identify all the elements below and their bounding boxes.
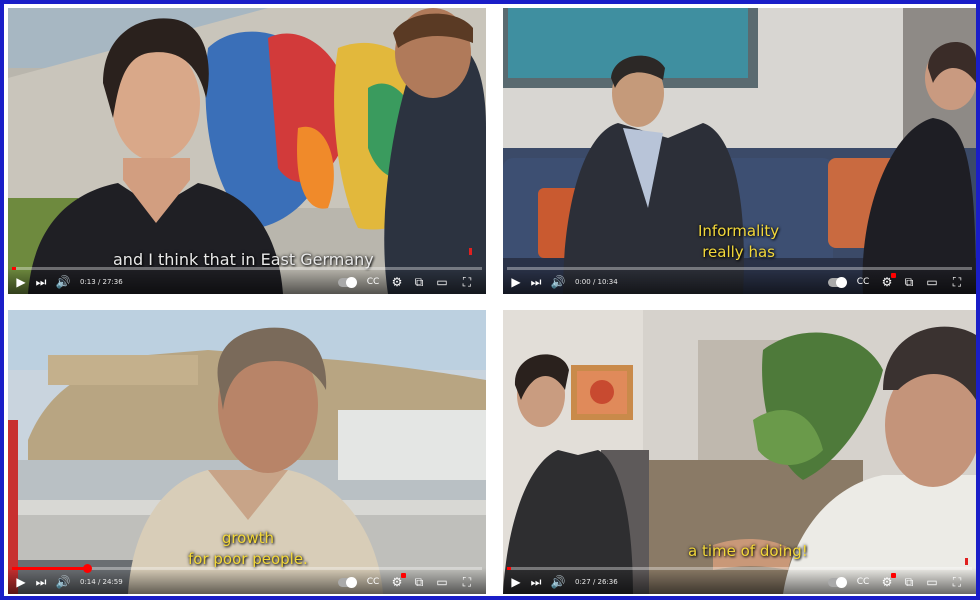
video-player-2[interactable]: Informality really has ▶ ⏭ 🔊 0:00 / 10:3… — [503, 8, 976, 294]
time-display-1: 0:13 / 27:36 — [80, 278, 123, 286]
progress-fill-1 — [12, 267, 16, 270]
subtitle-2-line-2: really has — [702, 243, 775, 261]
progress-fill-4 — [507, 567, 511, 570]
progress-bar-3[interactable] — [12, 564, 482, 573]
volume-icon[interactable]: 🔊 — [549, 573, 567, 591]
subtitle-3-line-1: growth — [221, 529, 275, 547]
play-icon[interactable]: ▶ — [12, 273, 30, 291]
next-icon[interactable]: ⏭ — [527, 273, 545, 291]
subtitle-2: Informality really has — [698, 221, 779, 263]
captions-icon[interactable]: CC — [364, 273, 382, 291]
fullscreen-icon[interactable]: ⛶ — [458, 573, 476, 591]
time-display-3: 0:14 / 24:59 — [80, 578, 123, 586]
volume-icon[interactable]: 🔊 — [549, 273, 567, 291]
time-display-2: 0:00 / 10:34 — [575, 278, 618, 286]
hd-badge — [891, 273, 896, 278]
autoplay-toggle-icon[interactable] — [338, 577, 357, 588]
hd-badge — [401, 573, 406, 578]
autoplay-toggle-icon[interactable] — [828, 577, 847, 588]
progress-bar-4[interactable] — [507, 567, 972, 570]
theater-icon[interactable]: ▭ — [923, 573, 941, 591]
player-controls-3: ▶ ⏭ 🔊 0:14 / 24:59 CC ⚙ ⧉ ▭ ⛶ — [8, 564, 486, 594]
hd-badge — [891, 573, 896, 578]
video-player-4[interactable]: a time of doing! ▶ ⏭ 🔊 0:27 / 26:36 CC ⚙… — [503, 310, 976, 594]
play-icon[interactable]: ▶ — [507, 273, 525, 291]
subtitle-4: a time of doing! — [688, 542, 808, 560]
progress-scrubber-3[interactable] — [83, 564, 93, 573]
play-icon[interactable]: ▶ — [507, 573, 525, 591]
progress-bar-2[interactable] — [507, 267, 972, 270]
progress-bar-1[interactable] — [12, 267, 482, 270]
miniplayer-icon[interactable]: ⧉ — [410, 573, 428, 591]
next-icon[interactable]: ⏭ — [527, 573, 545, 591]
progress-fill-3 — [12, 567, 88, 570]
fullscreen-icon[interactable]: ⛶ — [458, 273, 476, 291]
captions-icon[interactable]: CC — [854, 573, 872, 591]
volume-icon[interactable]: 🔊 — [54, 573, 72, 591]
settings-icon[interactable]: ⚙ — [878, 573, 896, 591]
miniplayer-icon[interactable]: ⧉ — [900, 273, 918, 291]
volume-icon[interactable]: 🔊 — [54, 273, 72, 291]
autoplay-toggle-icon[interactable] — [828, 277, 847, 288]
theater-icon[interactable]: ▭ — [923, 273, 941, 291]
video-grid: and I think that in East Germany ▶ ⏭ 🔊 0… — [4, 4, 976, 596]
time-display-4: 0:27 / 26:36 — [575, 578, 618, 586]
player-controls-1: ▶ ⏭ 🔊 0:13 / 27:36 CC ⚙ ⧉ ▭ ⛶ — [8, 267, 486, 294]
subtitle-2-line-1: Informality — [698, 222, 780, 240]
video-player-3[interactable]: growth for poor people. ▶ ⏭ 🔊 0:14 / 24:… — [8, 310, 486, 594]
video-player-1[interactable]: and I think that in East Germany ▶ ⏭ 🔊 0… — [8, 8, 486, 294]
subtitle-3: growth for poor people. — [188, 528, 308, 570]
miniplayer-icon[interactable]: ⧉ — [410, 273, 428, 291]
settings-icon[interactable]: ⚙ — [878, 273, 896, 291]
settings-icon[interactable]: ⚙ — [388, 273, 406, 291]
miniplayer-icon[interactable]: ⧉ — [900, 573, 918, 591]
fullscreen-icon[interactable]: ⛶ — [948, 273, 966, 291]
autoplay-toggle-icon[interactable] — [338, 277, 357, 288]
channel-mark — [469, 248, 472, 255]
channel-mark — [965, 558, 968, 565]
next-icon[interactable]: ⏭ — [32, 273, 50, 291]
next-icon[interactable]: ⏭ — [32, 573, 50, 591]
captions-icon[interactable]: CC — [854, 273, 872, 291]
settings-icon[interactable]: ⚙ — [388, 573, 406, 591]
fullscreen-icon[interactable]: ⛶ — [948, 573, 966, 591]
theater-icon[interactable]: ▭ — [433, 273, 451, 291]
player-controls-2: ▶ ⏭ 🔊 0:00 / 10:34 CC ⚙ ⧉ ▭ ⛶ — [503, 267, 976, 294]
captions-icon[interactable]: CC — [364, 573, 382, 591]
theater-icon[interactable]: ▭ — [433, 573, 451, 591]
player-controls-4: ▶ ⏭ 🔊 0:27 / 26:36 CC ⚙ ⧉ ▭ ⛶ — [503, 567, 976, 594]
play-icon[interactable]: ▶ — [12, 573, 30, 591]
